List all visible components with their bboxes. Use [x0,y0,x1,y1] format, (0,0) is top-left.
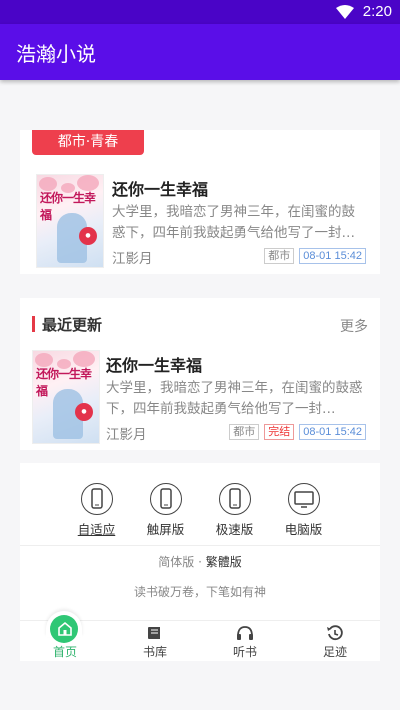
featured-card: 都市·青春 还你一生幸福 ● 还你一生幸福 大学里，我暗恋了男神三年，在闺蜜的鼓… [20,130,380,274]
update-time-badge: 08-01 15:42 [299,248,366,264]
divider [20,545,380,546]
book-description: 大学里，我暗恋了男神三年，在闺蜜的鼓惑下，四年前我鼓起勇气给他写了一封… [112,204,355,241]
tab-library[interactable]: 书库 [110,621,200,661]
monitor-icon [287,483,320,515]
version-adaptive[interactable]: 自适应 [67,483,127,538]
tab-audiobook[interactable]: 听书 [200,621,290,661]
update-time-badge: 08-01 15:42 [299,424,366,440]
app-title: 浩瀚小说 [16,42,96,66]
headphones-icon [237,626,253,640]
home-icon [58,621,72,636]
tab-history[interactable]: 足迹 [290,621,380,661]
book-icon [148,627,160,639]
tab-label: 首页 [52,645,77,659]
more-link[interactable]: 更多 [340,316,368,336]
section-accent-bar [32,316,35,332]
featured-book[interactable]: 还你一生幸福 ● 还你一生幸福 大学里，我暗恋了男神三年，在闺蜜的鼓惑下，四年前… [20,174,380,270]
history-icon [327,625,343,641]
app-bar: 浩瀚小说 [0,24,400,80]
cover-seal: ● [79,227,97,245]
category-tag[interactable]: 都市·青春 [32,130,144,155]
language-switcher: 简体版 · 繁體版 [20,553,380,570]
phone-icon [218,483,251,515]
book-cover[interactable]: 还你一生幸福 ● [32,350,100,444]
book-badges: 都市 08-01 15:42 [264,248,366,264]
status-badge: 完结 [264,424,295,440]
genre-badge: 都市 [264,248,295,264]
lang-traditional[interactable]: 繁體版 [206,555,242,569]
bottom-tab-bar: 首页 书库 听书 足迹 [20,611,380,661]
phone-icon [80,483,113,515]
footer-motto: 读书破万卷，下笔如有神 [133,585,266,599]
version-touch[interactable]: 触屏版 [136,483,196,538]
version-label: 电脑版 [284,522,323,537]
recent-book[interactable]: 还你一生幸福 ● 还你一生幸福 大学里，我暗恋了男神三年，在闺蜜的鼓惑下，四年前… [20,350,380,446]
book-cover[interactable]: 还你一生幸福 ● [36,174,104,268]
status-time: 2:20 [362,3,392,20]
recent-updates-card: 最近更新 更多 还你一生幸福 ● 还你一生幸福 大学里，我暗恋了男神三年，在闺蜜… [20,298,380,450]
genre-badge: 都市 [229,424,260,440]
version-label: 极速版 [215,522,254,537]
book-title[interactable]: 还你一生幸福 [106,352,202,376]
version-switcher: 自适应 触屏版 极速版 电脑版 [20,483,380,538]
version-label: 触屏版 [146,522,185,537]
version-speed[interactable]: 极速版 [205,483,265,538]
tab-home[interactable]: 首页 [20,611,110,661]
lang-separator: · [198,555,202,569]
book-description: 大学里，我暗恋了男神三年，在闺蜜的鼓惑下，四年前我鼓起勇气给他写了一封… [106,380,363,417]
book-badges: 都市 完结 08-01 15:42 [229,424,366,440]
phone-icon [149,483,182,515]
section-title: 最近更新 [42,316,103,334]
status-bar: 2:20 [0,0,400,24]
tab-label: 听书 [232,645,257,659]
book-author[interactable]: 江影月 [106,423,147,443]
tab-label: 足迹 [322,645,347,659]
cover-seal: ● [75,403,93,421]
tab-label: 书库 [142,645,167,659]
wifi-icon [336,5,354,19]
book-title[interactable]: 还你一生幸福 [112,176,208,200]
lang-simplified[interactable]: 简体版 [158,555,194,569]
version-label: 自适应 [77,522,116,537]
book-author[interactable]: 江影月 [112,247,153,267]
version-desktop[interactable]: 电脑版 [274,483,334,538]
